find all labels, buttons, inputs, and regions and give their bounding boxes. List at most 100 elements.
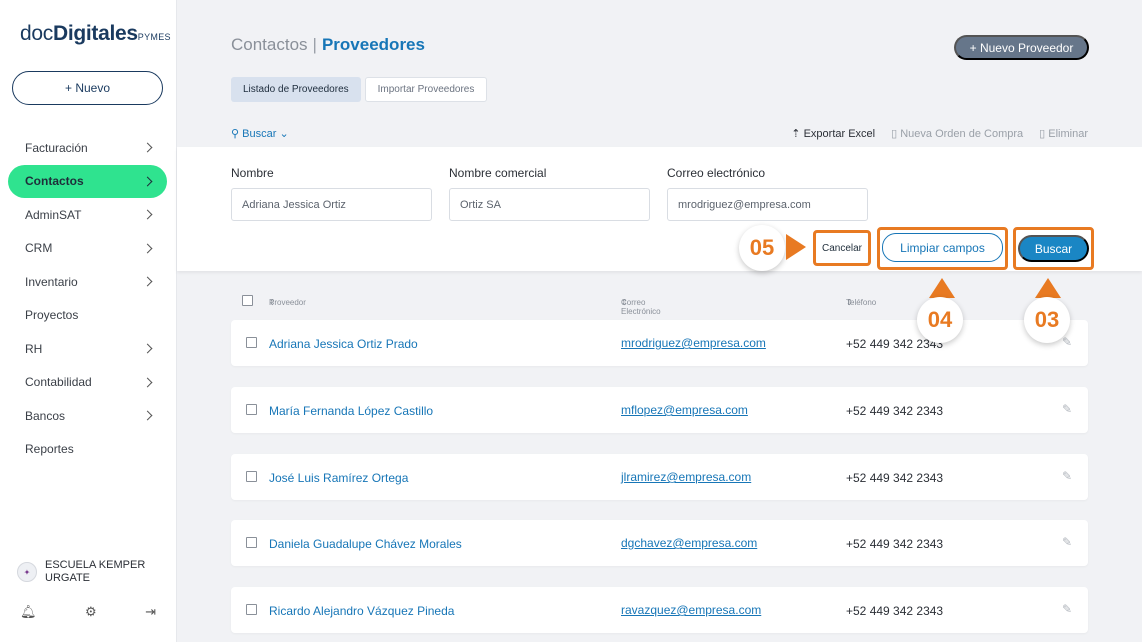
email-input[interactable] [667, 188, 868, 221]
edit-icon[interactable]: ✎ [1062, 469, 1072, 483]
callout-05: 05 [739, 225, 785, 271]
supplier-phone: +52 449 342 2343 [846, 471, 944, 485]
sidebar-item-adminsat[interactable]: AdminSAT [8, 198, 167, 232]
supplier-email-link[interactable]: jlramirez@empresa.com [621, 470, 751, 484]
sidebar: docDigitalesPYMES + Nuevo Facturación Con… [0, 0, 177, 642]
tabs: Listado de Proveedores Importar Proveedo… [231, 77, 488, 102]
table-row[interactable]: Ricardo Alejandro Vázquez Pineda ravazque… [231, 587, 1088, 633]
comercial-input[interactable] [449, 188, 650, 221]
clear-fields-button[interactable]: Limpiar campos [882, 233, 1003, 262]
supplier-email-link[interactable]: mrodriguez@empresa.com [621, 336, 766, 350]
tab-listado[interactable]: Listado de Proveedores [231, 77, 361, 102]
table-row[interactable]: José Luis Ramírez Ortega jlramirez@empres… [231, 454, 1088, 500]
supplier-name-link[interactable]: Daniela Guadalupe Chávez Morales [269, 537, 462, 551]
avatar: ✦ [17, 562, 37, 582]
chevron-right-icon [142, 377, 153, 388]
table-row[interactable]: María Fernanda López Castillo mflopez@emp… [231, 387, 1088, 433]
sidebar-item-facturacion[interactable]: Facturación [8, 131, 167, 165]
chevron-down-icon: ⌄ [279, 128, 289, 140]
row-checkbox[interactable] [246, 537, 257, 548]
bell-icon[interactable]: 🔔︎ [20, 604, 37, 620]
document-icon: ▯ [891, 128, 898, 140]
logo[interactable]: docDigitalesPYMES [20, 22, 171, 46]
supplier-email-link[interactable]: mflopez@empresa.com [621, 403, 748, 417]
sidebar-item-rh[interactable]: RH [8, 332, 167, 366]
supplier-phone: +52 449 342 2343 [846, 404, 944, 418]
row-checkbox[interactable] [246, 471, 257, 482]
sidebar-item-label: Reportes [25, 442, 74, 457]
edit-icon[interactable]: ✎ [1062, 335, 1072, 349]
search-panel: Nombre Nombre comercial Correo electróni… [177, 147, 1142, 271]
logout-icon[interactable]: ⇥ [145, 604, 156, 620]
breadcrumb-separator: | [312, 35, 317, 54]
chevron-right-icon [142, 243, 153, 254]
nombre-field-group: Nombre [231, 166, 432, 221]
callout-05-arrow [786, 234, 806, 260]
callout-04: 04 [917, 297, 963, 343]
search-button[interactable]: Buscar [1018, 235, 1089, 262]
new-button[interactable]: + Nuevo [12, 71, 163, 105]
comercial-label: Nombre comercial [449, 166, 547, 180]
sort-icon: ⇕ [621, 298, 628, 307]
supplier-name-link[interactable]: Ricardo Alejandro Vázquez Pineda [269, 604, 454, 618]
supplier-email-link[interactable]: dgchavez@empresa.com [621, 536, 757, 550]
sidebar-item-label: Inventario [25, 274, 78, 289]
row-checkbox[interactable] [246, 337, 257, 348]
export-excel-button[interactable]: ⇡ Exportar Excel [791, 127, 875, 140]
chevron-right-icon [142, 176, 153, 187]
sort-icon: ⇕ [846, 298, 853, 307]
supplier-phone: +52 449 342 2343 [846, 604, 944, 618]
sidebar-nav: Facturación Contactos AdminSAT CRM Inventari… [8, 131, 167, 466]
sidebar-item-label: Proyectos [25, 308, 79, 323]
gear-icon[interactable]: ⚙ [85, 604, 97, 620]
main-content: Contactos | Proveedores + Nuevo Proveedor … [177, 0, 1142, 642]
breadcrumb: Contactos | Proveedores [231, 35, 425, 55]
org-name: ESCUELA KEMPER URGATE [45, 559, 146, 584]
sidebar-item-bancos[interactable]: Bancos [8, 399, 167, 433]
sidebar-item-contabilidad[interactable]: Contabilidad [8, 366, 167, 400]
organization[interactable]: ✦ ESCUELA KEMPER URGATE [17, 559, 167, 585]
chevron-right-icon [142, 142, 153, 153]
supplier-email-link[interactable]: ravazquez@empresa.com [621, 603, 761, 617]
callout-04-arrow [929, 278, 955, 298]
supplier-phone: +52 449 342 2343 [846, 537, 944, 551]
tab-importar[interactable]: Importar Proveedores [364, 77, 488, 102]
row-checkbox[interactable] [246, 404, 257, 415]
sidebar-item-label: Bancos [25, 408, 66, 423]
supplier-name-link[interactable]: José Luis Ramírez Ortega [269, 471, 408, 485]
sidebar-item-inventario[interactable]: Inventario [8, 265, 167, 299]
delete-button[interactable]: ▯ Eliminar [1039, 127, 1088, 140]
sidebar-item-reportes[interactable]: Reportes [8, 433, 167, 467]
select-all-checkbox[interactable] [242, 295, 253, 306]
new-supplier-button[interactable]: + Nuevo Proveedor [954, 35, 1089, 60]
upload-icon: ⇡ [791, 128, 801, 140]
edit-icon[interactable]: ✎ [1062, 535, 1072, 549]
edit-icon[interactable]: ✎ [1062, 602, 1072, 616]
table-row[interactable]: Daniela Guadalupe Chávez Morales dgchavez… [231, 520, 1088, 566]
trash-icon: ▯ [1039, 128, 1046, 140]
page-title: Proveedores [321, 35, 425, 54]
breadcrumb-parent[interactable]: Contactos [231, 35, 308, 54]
sidebar-item-label: Contabilidad [25, 375, 92, 390]
toolbar-actions: ⇡ Exportar Excel ▯ Nueva Orden de Compra… [791, 127, 1088, 140]
sidebar-item-crm[interactable]: CRM [8, 232, 167, 266]
search-toggle[interactable]: ⚲ Buscar ⌄ [231, 127, 289, 140]
callout-03: 03 [1024, 297, 1070, 343]
sidebar-item-label: Facturación [25, 140, 88, 155]
nombre-input[interactable] [231, 188, 432, 221]
cancel-button[interactable]: Cancelar [813, 230, 871, 266]
new-purchase-order-button[interactable]: ▯ Nueva Orden de Compra [891, 127, 1023, 140]
nombre-label: Nombre [231, 166, 274, 180]
email-field-group: Correo electrónico [667, 166, 868, 221]
supplier-name-link[interactable]: Adriana Jessica Ortiz Prado [269, 337, 418, 351]
row-checkbox[interactable] [246, 604, 257, 615]
email-label: Correo electrónico [667, 166, 766, 180]
edit-icon[interactable]: ✎ [1062, 402, 1072, 416]
sidebar-item-label: CRM [25, 241, 53, 256]
supplier-name-link[interactable]: María Fernanda López Castillo [269, 404, 433, 418]
sidebar-footer: 🔔︎ ⚙ ⇥ [20, 604, 156, 620]
search-icon: ⚲ [231, 128, 240, 140]
sidebar-item-contactos[interactable]: Contactos [8, 164, 167, 198]
sort-icon: ⇕ [269, 298, 276, 307]
sidebar-item-proyectos[interactable]: Proyectos [8, 299, 167, 333]
